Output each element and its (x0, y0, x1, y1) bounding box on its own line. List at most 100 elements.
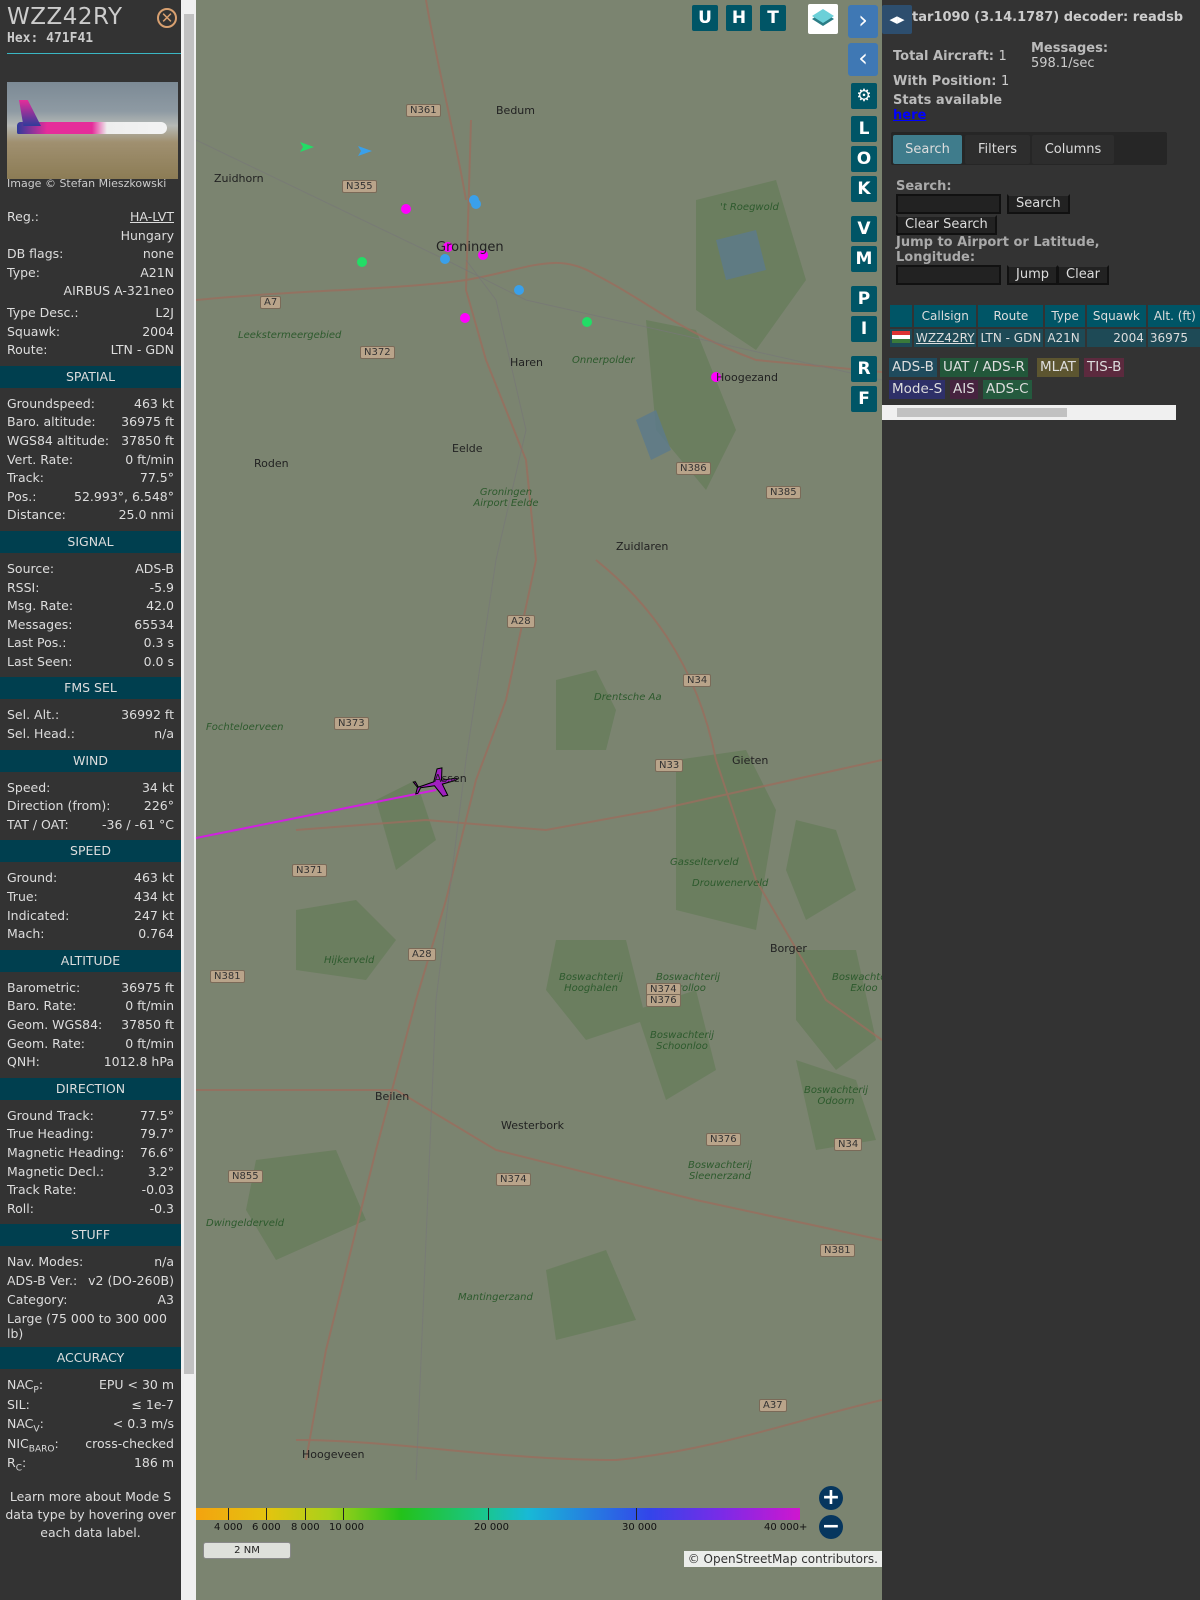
next-aircraft-button[interactable]: › (848, 5, 878, 38)
zoom-out-button[interactable]: − (819, 1515, 843, 1539)
map-button-o[interactable]: O (851, 146, 877, 172)
callsign-cell[interactable]: WZZ42RY (914, 329, 977, 347)
tab-filters[interactable]: Filters (965, 135, 1030, 164)
search-input[interactable] (896, 194, 1001, 214)
label-colon: : (39, 1416, 44, 1432)
clear-jump-button[interactable]: Clear (1057, 265, 1109, 285)
search-button[interactable]: Search (1007, 194, 1070, 214)
road-label: N381 (820, 1244, 855, 1257)
stats-link[interactable]: here (893, 108, 926, 123)
photo-credit: Image © Stefan Mieszkowski (7, 177, 167, 190)
scrollbar-thumb[interactable] (897, 408, 1067, 417)
detail-value: -36 / -61 °C (102, 816, 174, 832)
decoder-link[interactable]: readsb (1133, 10, 1183, 25)
area-label: Drentsche Aa (594, 692, 662, 703)
map-button-i[interactable]: I (851, 316, 877, 342)
map-button-l[interactable]: L (851, 116, 877, 142)
column-header-flag[interactable] (890, 305, 912, 327)
layers-button[interactable] (808, 4, 838, 34)
detail-row: Squawk: 2004 (0, 323, 181, 342)
map-button-h[interactable]: H (726, 5, 752, 31)
area-label: Onnerpolder (572, 355, 635, 366)
legend-ais[interactable]: AIS (950, 380, 978, 399)
detail-value: EPU < 30 m (98, 1377, 174, 1393)
jump-button[interactable]: Jump (1007, 265, 1058, 285)
map-button-r[interactable]: R (851, 356, 877, 382)
column-header-squawk[interactable]: Squawk (1086, 305, 1146, 327)
legend-ads-c[interactable]: ADS-C (983, 380, 1032, 399)
detail-row: Hungary (0, 227, 181, 246)
callsign-link[interactable]: WZZ42RY (916, 331, 974, 345)
map[interactable]: Bedum Zuidhorn Groningen Haren Hoogezand Rode… (196, 0, 882, 1600)
legend-mode-s[interactable]: Mode-S (889, 380, 946, 399)
legend-mlat[interactable]: MLAT (1037, 358, 1079, 377)
table-row[interactable]: WZZ42RY LTN - GDN A21N 2004 36975 (890, 329, 1200, 347)
app-header: tar1090 (3.14.1787) decoder: readsb (912, 10, 1183, 25)
osm-link[interactable]: OpenStreetMap (704, 1552, 798, 1566)
detail-label: TAT / OAT: (7, 816, 69, 832)
column-header-type[interactable]: Type (1045, 305, 1085, 327)
column-header-route[interactable]: Route (978, 305, 1044, 327)
map-button-k[interactable]: K (851, 176, 877, 202)
area-label: Boswachterij Odoorn (803, 1085, 869, 1107)
legend-ads-b[interactable]: ADS-B (889, 358, 937, 377)
legend-tis-b[interactable]: TIS-B (1084, 358, 1125, 377)
road-label: N385 (766, 486, 801, 499)
previous-aircraft-button[interactable]: ‹ (848, 43, 878, 76)
app-link[interactable]: tar1090 (912, 10, 970, 25)
section-header-direction: DIRECTION (0, 1077, 181, 1100)
close-icon[interactable]: ✕ (157, 8, 177, 28)
toggle-sidebar-button[interactable]: ◂▸ (882, 5, 912, 34)
detail-row: Pos.: 52.993°, 6.548° (0, 488, 181, 507)
road-label: A37 (759, 1399, 787, 1412)
colorbar-tick (636, 1508, 637, 1520)
detail-value: 77.5° (139, 1107, 174, 1123)
map-button-u[interactable]: U (692, 5, 718, 31)
detail-value[interactable]: HA-LVT (130, 208, 174, 227)
attribution-suffix: contributors. (797, 1552, 878, 1566)
colorbar-tick (305, 1508, 306, 1520)
aircraft-photo[interactable] (7, 82, 178, 179)
detail-label: Track: (7, 470, 44, 486)
detail-label: DB flags: (7, 246, 64, 262)
detail-label: Route: (7, 342, 48, 358)
detail-value: 36975 ft (121, 979, 174, 995)
altitude-cell: 36975 (1147, 329, 1200, 347)
detail-label: Category: (7, 1291, 68, 1307)
column-header-alt-ft-[interactable]: Alt. (ft) (1147, 305, 1200, 327)
detail-row: Msg. Rate: 42.0 (0, 597, 181, 616)
clear-search-button[interactable]: Clear Search (896, 215, 997, 235)
detail-row: Indicated: 247 kt (0, 907, 181, 926)
colorbar-tick (488, 1508, 489, 1520)
detail-label: Ground: (7, 870, 58, 886)
map-button-p[interactable]: P (851, 286, 877, 312)
detail-row: Magnetic Decl.: 3.2° (0, 1163, 181, 1182)
town-label: Westerbork (501, 1119, 564, 1132)
settings-button[interactable]: ⚙ (851, 83, 877, 109)
colorbar-tick-label: 30 000 (622, 1522, 657, 1533)
sidebar-scrollbar-thumb[interactable] (184, 14, 194, 1374)
detail-value: < 0.3 m/s (112, 1416, 174, 1432)
detail-row: Source: ADS-B (0, 560, 181, 579)
map-button-t[interactable]: T (760, 5, 786, 31)
section-header-fms-sel: FMS SEL (0, 677, 181, 700)
detail-row: DB flags: none (0, 245, 181, 264)
tab-search[interactable]: Search (893, 135, 962, 164)
legend-uat-ads-r[interactable]: UAT / ADS-R (940, 358, 1028, 377)
aircraft-list-panel: ◂▸ tar1090 (3.14.1787) decoder: readsb T… (882, 0, 1200, 1600)
detail-label: Msg. Rate: (7, 598, 74, 614)
map-button-m[interactable]: M (851, 246, 877, 272)
column-header-callsign[interactable]: Callsign (914, 305, 977, 327)
table-horizontal-scrollbar[interactable] (882, 405, 1176, 420)
jump-input[interactable] (896, 265, 1001, 285)
zoom-in-button[interactable]: + (819, 1486, 843, 1510)
map-button-f[interactable]: F (851, 386, 877, 412)
help-note: Learn more about Mode S data type by hov… (5, 1488, 176, 1540)
gear-icon: ⚙ (856, 86, 872, 106)
map-button-v[interactable]: V (851, 216, 877, 242)
town-label: Zuidlaren (616, 540, 669, 553)
label-colon: : (21, 1455, 27, 1471)
detail-value: 77.5° (139, 470, 174, 486)
tab-columns[interactable]: Columns (1032, 135, 1114, 164)
aircraft-details-panel: WZZ42RY Hex: 471F41 ✕ Image © Stefan Mie… (0, 0, 181, 1600)
